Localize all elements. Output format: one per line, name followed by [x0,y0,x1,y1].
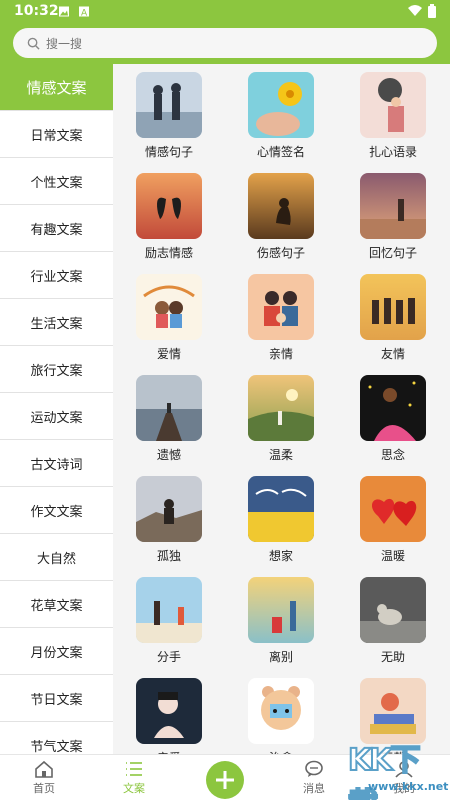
category-grid: 情感句子 心情签名 扎心语录 励志情感 伤感句子 回忆句子 爱情 亲情 友情 遗… [113,64,450,754]
sidebar-item-months[interactable]: 月份文案 [0,628,113,675]
search-input[interactable]: 搜一搜 [13,28,437,58]
nav-copywriting[interactable]: 文案 [94,755,174,800]
grid-item-family[interactable]: 亲情 [225,274,337,375]
sidebar-item-emotion[interactable]: 情感文案 [0,64,113,111]
sidebar-item-personality[interactable]: 个性文案 [0,158,113,205]
sidebar-item-flowers[interactable]: 花草文案 [0,581,113,628]
sidebar-item-industry[interactable]: 行业文案 [0,252,113,299]
add-button[interactable] [206,761,244,799]
thumbnail-image [136,577,202,643]
thumbnail-image [136,375,202,441]
watermark: KK下载 www.kkx.net [347,735,448,800]
grid-item-helpless[interactable]: 无助 [337,577,449,678]
grid-item-love[interactable]: 爱情 [113,274,225,375]
thumbnail-image [136,173,202,239]
thumbnail-image [136,476,202,542]
sidebar-item-daily[interactable]: 日常文案 [0,111,113,158]
nav-home[interactable]: 首页 [4,755,84,800]
sidebar-item-sports[interactable]: 运动文案 [0,393,113,440]
thumbnail-image [248,577,314,643]
nav-messages[interactable]: 消息 [274,755,354,800]
grid-item-emotion-sentences[interactable]: 情感句子 [113,72,225,173]
search-header: 搜一搜 [0,24,450,64]
category-grid-panel: 情感句子 心情签名 扎心语录 励志情感 伤感句子 回忆句子 爱情 亲情 友情 遗… [113,64,450,754]
message-icon [305,760,323,777]
search-placeholder: 搜一搜 [46,36,83,51]
thumbnail-image [248,173,314,239]
sidebar-item-life[interactable]: 生活文案 [0,299,113,346]
sidebar-item-nature[interactable]: 大自然 [0,534,113,581]
wifi-icon [408,5,422,16]
category-sidebar: 情感文案 日常文案 个性文案 有趣文案 行业文案 生活文案 旅行文案 运动文案 … [0,64,113,754]
thumbnail-image [136,72,202,138]
grid-item-regret[interactable]: 遗憾 [113,375,225,476]
plus-icon [216,771,234,789]
grid-item-heartbreak-quotes[interactable]: 扎心语录 [337,72,449,173]
thumbnail-image [360,375,426,441]
thumbnail-image [360,72,426,138]
grid-item-sad-sentences[interactable]: 伤感句子 [225,173,337,274]
sidebar-item-composition[interactable]: 作文文案 [0,487,113,534]
svg-text:A: A [81,9,88,19]
thumbnail-image [136,678,202,744]
watermark-url: www.kkx.net [368,780,449,793]
grid-item-mood-signature[interactable]: 心情签名 [225,72,337,173]
grid-item-healing[interactable]: 治愈 [225,678,337,754]
thumbnail-image [360,274,426,340]
thumbnail-image [248,72,314,138]
grid-item-dear[interactable]: 亲爱 [113,678,225,754]
grid-item-homesick[interactable]: 想家 [225,476,337,577]
grid-item-longing[interactable]: 思念 [337,375,449,476]
grid-item-inspirational-emotion[interactable]: 励志情感 [113,173,225,274]
grid-item-loneliness[interactable]: 孤独 [113,476,225,577]
thumbnail-image [360,173,426,239]
thumbnail-image [360,476,426,542]
search-icon [27,37,40,50]
battery-icon [428,4,436,18]
sidebar-item-travel[interactable]: 旅行文案 [0,346,113,393]
grid-item-warmth[interactable]: 温暖 [337,476,449,577]
sidebar-item-festivals[interactable]: 节日文案 [0,675,113,722]
gallery-icon [59,6,69,17]
grid-item-breakup[interactable]: 分手 [113,577,225,678]
thumbnail-image [360,577,426,643]
thumbnail-image [248,274,314,340]
thumbnail-image [248,476,314,542]
thumbnail-image [248,375,314,441]
status-time: 10:32 [14,3,59,19]
grid-item-farewell[interactable]: 离别 [225,577,337,678]
thumbnail-image [136,274,202,340]
status-bar: 10:32 A [0,0,450,24]
thumbnail-image [248,678,314,744]
sidebar-item-classical-poetry[interactable]: 古文诗词 [0,440,113,487]
home-icon [35,760,53,778]
grid-item-gentle[interactable]: 温柔 [225,375,337,476]
list-icon [126,762,142,776]
sidebar-item-fun[interactable]: 有趣文案 [0,205,113,252]
grid-item-memory-sentences[interactable]: 回忆句子 [337,173,449,274]
sidebar-item-solar-terms[interactable]: 节气文案 [0,722,113,755]
font-icon: A [79,6,89,19]
grid-item-friendship[interactable]: 友情 [337,274,449,375]
